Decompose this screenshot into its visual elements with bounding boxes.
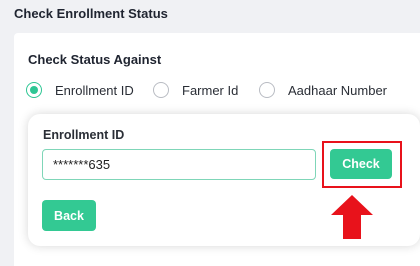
radio-button-aadhaar-number[interactable]	[259, 82, 275, 98]
enrollment-id-input[interactable]	[42, 149, 316, 180]
radio-option-enrollment-id[interactable]: Enrollment ID	[26, 80, 134, 100]
section-title: Check Status Against	[28, 52, 162, 67]
radio-label-enrollment-id: Enrollment ID	[55, 82, 134, 98]
radio-option-aadhaar-number[interactable]: Aadhaar Number	[259, 80, 387, 100]
radio-option-farmer-id[interactable]: Farmer Id	[153, 80, 238, 100]
radio-button-farmer-id[interactable]	[153, 82, 169, 98]
enrollment-id-label: Enrollment ID	[43, 128, 125, 142]
radio-button-enrollment-id[interactable]	[26, 82, 42, 98]
page-title: Check Enrollment Status	[14, 6, 168, 21]
radio-label-aadhaar-number: Aadhaar Number	[288, 82, 387, 98]
check-against-radio-group: Enrollment ID Farmer Id Aadhaar Number	[26, 80, 420, 100]
radio-label-farmer-id: Farmer Id	[182, 82, 239, 98]
check-button[interactable]: Check	[330, 149, 392, 179]
back-button[interactable]: Back	[42, 200, 96, 231]
up-arrow-icon	[331, 195, 373, 239]
radio-selected-dot	[30, 86, 38, 94]
